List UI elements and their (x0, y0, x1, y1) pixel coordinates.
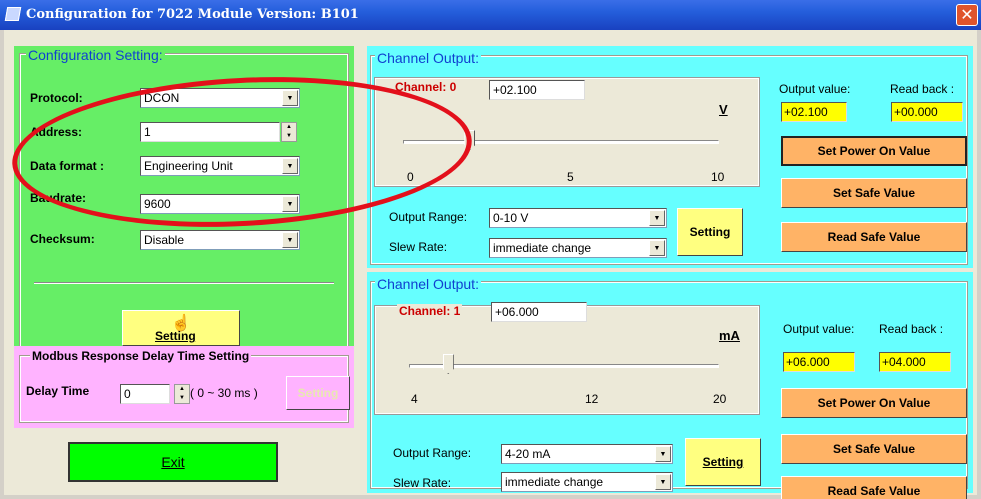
config-setting-button[interactable]: ☝ Setting (122, 310, 240, 346)
channel-1-slider-track[interactable] (409, 364, 719, 368)
app-icon (4, 7, 22, 21)
modbus-setting-label: Setting (297, 386, 339, 400)
channel-1-panel: Channel Output: Channel: 1 +06.000 mA 4 … (367, 272, 973, 493)
channel-0-read-back-label: Read back : (890, 82, 955, 96)
channel-1-set-power-on-label: Set Power On Value (817, 396, 931, 410)
channel-1-group-title: Channel Output: (375, 276, 481, 292)
channel-1-output-value-box: +06.000 (783, 352, 855, 372)
channel-1-output-range-select[interactable]: 4-20 mA ▼ (501, 444, 673, 464)
channel-0-set-safe-label: Set Safe Value (832, 186, 916, 200)
separator (34, 282, 334, 284)
close-icon: ✕ (960, 5, 974, 24)
chevron-down-icon[interactable]: ▼ (649, 240, 665, 256)
channel-0-output-range-select[interactable]: 0-10 V ▼ (489, 208, 667, 228)
modbus-title: Modbus Response Delay Time Setting (30, 349, 252, 363)
channel-1-output-range-label: Output Range: (393, 446, 472, 460)
channel-1-read-back: +04.000 (882, 355, 926, 369)
channel-1-value: +06.000 (495, 305, 539, 319)
checksum-value: Disable (144, 233, 185, 247)
channel-1-set-safe-label: Set Safe Value (832, 442, 916, 456)
channel-0-value-input[interactable]: +02.100 (489, 80, 585, 100)
delay-range-text: ( 0 ~ 30 ms ) (190, 386, 258, 400)
channel-0-read-back-box: +00.000 (891, 102, 963, 122)
channel-1-read-back-label: Read back : (879, 322, 944, 336)
channel-0-output-value-box: +02.100 (781, 102, 847, 122)
channel-0-output-value-label: Output value: (779, 82, 851, 96)
chevron-down-icon[interactable]: ▼ (649, 210, 665, 226)
checksum-label: Checksum: (30, 232, 95, 246)
channel-1-read-back-box: +04.000 (879, 352, 951, 372)
channel-0-group-title: Channel Output: (375, 50, 481, 66)
chevron-down-icon[interactable]: ▼ (655, 446, 671, 462)
channel-0-set-safe-button[interactable]: Set Safe Value (781, 178, 967, 208)
channel-0-slew-rate-select[interactable]: immediate change ▼ (489, 238, 667, 258)
channel-0-tick-max: 10 (711, 170, 725, 184)
channel-1-setting-button[interactable]: Setting (685, 438, 761, 486)
title-bar[interactable]: Configuration for 7022 Module Version: B… (0, 0, 981, 30)
channel-0-output-range-value: 0-10 V (493, 211, 529, 225)
channel-0-setting-label: Setting (689, 225, 731, 239)
modbus-setting-button[interactable]: Setting (286, 376, 350, 410)
channel-0-setting-button[interactable]: Setting (677, 208, 743, 256)
exit-button[interactable]: Exit (68, 442, 278, 482)
channel-1-read-safe-label: Read Safe Value (827, 484, 921, 498)
exit-label: Exit (161, 454, 185, 470)
channel-0-slew-rate-label: Slew Rate: (389, 240, 448, 254)
channel-0-set-power-on-label: Set Power On Value (817, 144, 931, 158)
channel-1-tick-min: 4 (411, 392, 418, 406)
channel-0-set-power-on-button[interactable]: Set Power On Value (781, 136, 967, 166)
channel-0-value: +02.100 (493, 83, 537, 97)
channel-1-slider-box (374, 305, 760, 415)
delay-time-label: Delay Time (26, 384, 90, 398)
channel-1-output-range-value: 4-20 mA (505, 447, 551, 461)
channel-1-set-power-on-button[interactable]: Set Power On Value (781, 388, 967, 418)
delay-time-value: 0 (124, 387, 131, 401)
config-setting-label: Setting (155, 329, 196, 343)
channel-1-slew-rate-select[interactable]: immediate change ▼ (501, 472, 673, 492)
channel-1-tick-mid: 12 (585, 392, 599, 406)
chevron-down-icon[interactable]: ▼ (655, 474, 671, 490)
channel-1-set-safe-button[interactable]: Set Safe Value (781, 434, 967, 464)
channel-1-slew-rate-label: Slew Rate: (393, 476, 452, 490)
window-title: Configuration for 7022 Module Version: B… (26, 7, 359, 22)
channel-0-read-safe-button[interactable]: Read Safe Value (781, 222, 967, 252)
delay-time-spinner[interactable]: ▲ ▼ (174, 384, 190, 404)
channel-1-unit: mA (719, 328, 740, 343)
channel-1-output-value: +06.000 (786, 355, 830, 369)
channel-1-slew-rate-value: immediate change (505, 475, 604, 489)
channel-1-tick-max: 20 (713, 392, 727, 406)
channel-0-output-value: +02.100 (784, 105, 828, 119)
checksum-select[interactable]: Disable ▼ (140, 230, 300, 250)
channel-0-output-range-label: Output Range: (389, 210, 468, 224)
channel-0-slew-rate-value: immediate change (493, 241, 592, 255)
channel-1-value-input[interactable]: +06.000 (491, 302, 587, 322)
delay-time-input[interactable]: 0 (120, 384, 170, 404)
channel-0-unit: V (719, 102, 728, 117)
channel-0-tick-mid: 5 (567, 170, 574, 184)
configuration-title: Configuration Setting: (26, 47, 165, 63)
protocol-label: Protocol: (30, 91, 83, 105)
channel-1-read-safe-button[interactable]: Read Safe Value (781, 476, 967, 499)
channel-1-setting-label: Setting (702, 455, 744, 469)
chevron-down-icon[interactable]: ▼ (282, 232, 298, 248)
modbus-panel: Modbus Response Delay Time Setting Delay… (14, 346, 354, 428)
channel-0-read-safe-label: Read Safe Value (827, 230, 921, 244)
channel-1-label: Channel: 1 (397, 304, 463, 318)
channel-0-read-back: +00.000 (894, 105, 938, 119)
close-button[interactable]: ✕ (956, 4, 978, 26)
channel-1-output-value-label: Output value: (783, 322, 855, 336)
